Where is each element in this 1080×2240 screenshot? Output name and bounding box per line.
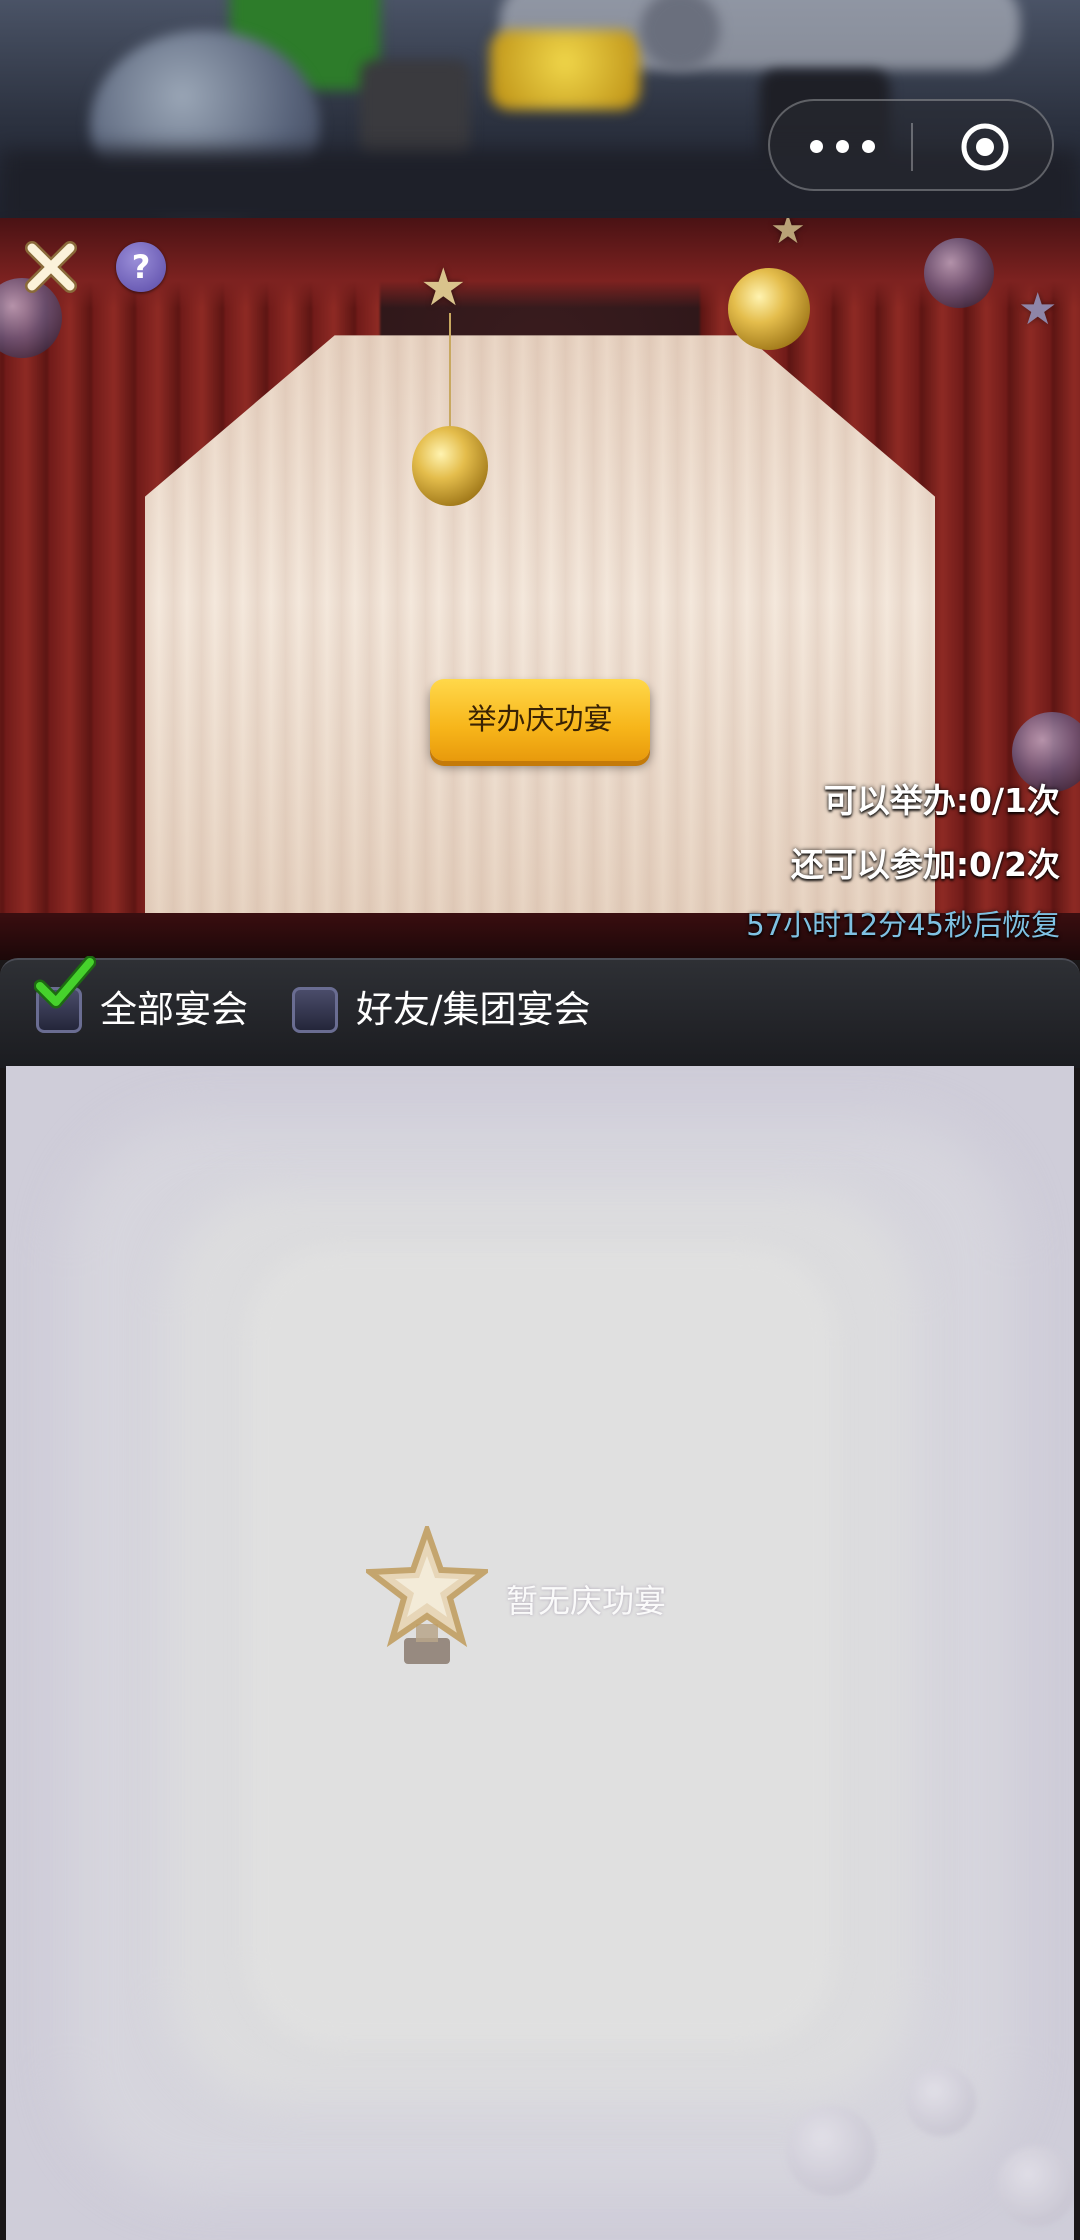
star-decoration-small-icon: ★: [770, 218, 806, 253]
host-banquet-button[interactable]: 举办庆功宴: [430, 679, 650, 761]
filter-friends-group-banquets[interactable]: 好友/集团宴会: [292, 960, 632, 1068]
ornament-gold-hanging: [412, 426, 488, 506]
miniprogram-capsule: [768, 99, 1054, 191]
join-count-text: 还可以参加:0/2次: [790, 845, 1060, 884]
checkmark-icon: [34, 956, 96, 1009]
capsule-divider: [911, 123, 913, 171]
trophy-star-icon: [366, 1526, 488, 1664]
scene-gold-pile: [490, 30, 640, 110]
ornament-right-dim: [924, 238, 994, 308]
list-bubble-decoration: [996, 2146, 1074, 2226]
list-bubble-decoration: [906, 2066, 976, 2136]
empty-state: 暂无庆功宴: [366, 1526, 726, 1676]
filter-bar: 全部宴会 好友/集团宴会: [0, 956, 1080, 1068]
host-count-text: 可以举办:0/1次: [823, 781, 1060, 820]
checkbox-friends[interactable]: [292, 987, 338, 1033]
screen: ★ ★ ★ ? 举办庆功宴 可以举办:0/1次 还可以参加:0/2次 57小时1…: [0, 0, 1080, 2240]
list-bubble-decoration: [786, 2106, 876, 2196]
filter-all-label: 全部宴会: [100, 988, 248, 1031]
banquet-list[interactable]: 暂无庆功宴: [6, 1066, 1074, 2240]
target-circle-icon[interactable]: [960, 122, 1010, 172]
star-decoration-right-icon: ★: [1018, 284, 1058, 335]
scene-box: [360, 60, 470, 160]
empty-text: 暂无庆功宴: [506, 1582, 667, 1620]
recover-timer-text: 57小时12分45秒后恢复: [746, 908, 1060, 942]
more-dots-icon[interactable]: [808, 137, 878, 157]
filter-all-banquets[interactable]: 全部宴会: [34, 956, 276, 1068]
ornament-gold-top: [728, 268, 810, 350]
filter-friends-label: 好友/集团宴会: [356, 988, 591, 1031]
close-x-icon[interactable]: [22, 238, 80, 296]
ornament-string: [449, 313, 451, 433]
help-button[interactable]: ?: [116, 242, 166, 292]
star-decoration-icon: ★: [420, 258, 467, 318]
